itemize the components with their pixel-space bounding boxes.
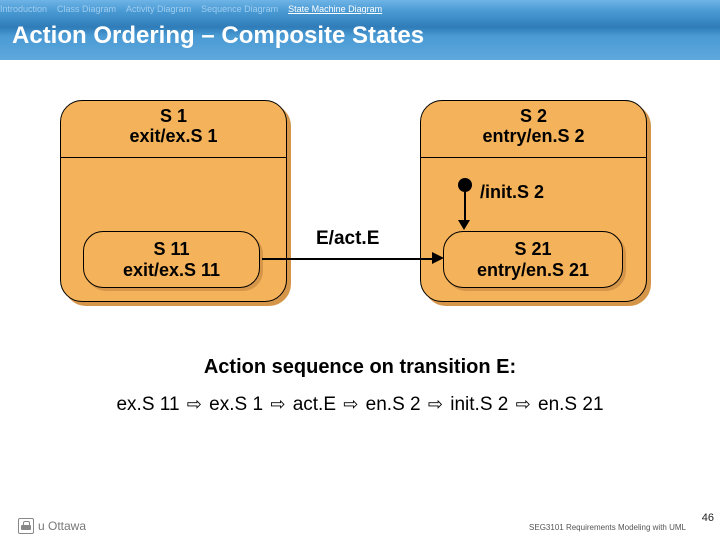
state-s2-entry: entry/en.S 2: [482, 126, 584, 146]
state-s1-name: S 1: [160, 106, 187, 126]
sequence-text: ex.S 11 ⇨ ex.S 1 ⇨ act.E ⇨ en.S 2 ⇨ init…: [0, 394, 720, 416]
initial-state-dot: [458, 178, 472, 192]
transition-arrow: [262, 258, 432, 260]
initial-transition-head: [458, 220, 470, 230]
tab-introduction[interactable]: Introduction: [0, 4, 47, 14]
state-s1-exit: exit/ex.S 1: [129, 126, 217, 146]
tab-class-diagram[interactable]: Class Diagram: [57, 4, 116, 14]
tab-state-machine-diagram[interactable]: State Machine Diagram: [288, 4, 382, 14]
arrow-icon: ⇨: [428, 394, 443, 414]
transition-arrow-head: [432, 252, 444, 264]
state-s21: S 21 entry/en.S 21: [443, 231, 623, 288]
arrow-icon: ⇨: [516, 394, 531, 414]
seq-item-4: en.S 2: [366, 394, 421, 415]
state-s21-name: S 21: [444, 239, 622, 260]
state-s21-entry: entry/en.S 21: [444, 260, 622, 281]
sequence-title: Action sequence on transition E:: [0, 356, 720, 379]
tab-row: Introduction Class Diagram Activity Diag…: [0, 0, 720, 18]
slide-title: Action Ordering – Composite States: [12, 22, 424, 50]
tab-sequence-diagram[interactable]: Sequence Diagram: [201, 4, 278, 14]
tab-activity-diagram[interactable]: Activity Diagram: [126, 4, 191, 14]
header-bar: Introduction Class Diagram Activity Diag…: [0, 0, 720, 60]
state-diagram: S 1 exit/ex.S 1 S 11 exit/ex.S 11 S 2 en…: [0, 60, 720, 440]
seq-item-6: en.S 21: [538, 394, 604, 415]
arrow-icon: ⇨: [187, 394, 202, 414]
state-s2-label: S 2 entry/en.S 2: [421, 107, 646, 147]
state-s11-name: S 11: [84, 239, 259, 260]
seq-item-3: act.E: [293, 394, 336, 415]
state-s11: S 11 exit/ex.S 11: [83, 231, 260, 288]
slide-number: 46: [702, 512, 714, 524]
state-s2-name: S 2: [520, 106, 547, 126]
transition-label: E/act.E: [316, 228, 379, 250]
seq-item-1: ex.S 11: [116, 394, 179, 415]
state-s2-divider: [421, 157, 646, 158]
state-s1-divider: [61, 157, 286, 158]
building-icon: [18, 518, 34, 534]
state-s11-exit: exit/ex.S 11: [84, 260, 259, 281]
university-logo: u Ottawa: [18, 518, 86, 534]
course-code: SEG3101 Requirements Modeling with UML: [529, 523, 686, 532]
state-s1-label: S 1 exit/ex.S 1: [61, 107, 286, 147]
seq-item-5: init.S 2: [450, 394, 508, 415]
arrow-icon: ⇨: [343, 394, 358, 414]
footer: u Ottawa SEG3101 Requirements Modeling w…: [0, 512, 720, 534]
initial-transition-line: [464, 192, 466, 222]
university-name: u Ottawa: [38, 519, 86, 533]
arrow-icon: ⇨: [270, 394, 285, 414]
initial-transition-label: /init.S 2: [480, 182, 544, 203]
state-s1: S 1 exit/ex.S 1 S 11 exit/ex.S 11: [60, 100, 287, 302]
seq-item-2: ex.S 1: [209, 394, 263, 415]
